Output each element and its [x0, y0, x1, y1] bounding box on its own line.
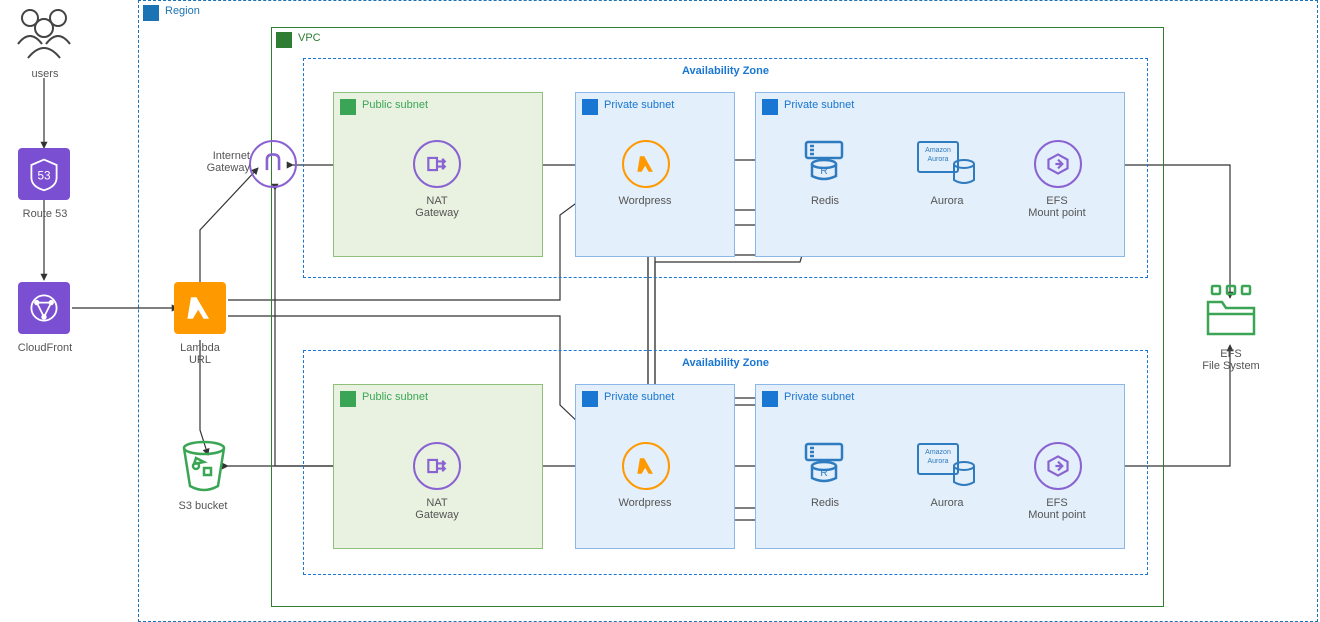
- redis-top-icon: R: [800, 136, 848, 184]
- lambda-url-icon: [174, 282, 226, 334]
- svg-text:R: R: [820, 166, 827, 177]
- svg-text:Amazon: Amazon: [925, 147, 951, 154]
- public-subnet-bottom-icon: [340, 391, 356, 407]
- private-subnet-top-a-label: Private subnet: [604, 99, 674, 111]
- aurora-top-icon: Amazon Aurora: [916, 136, 978, 188]
- cloudfront-icon: [18, 282, 70, 334]
- nat-gateway-top-icon: [413, 140, 461, 188]
- architecture-diagram: Region VPC Availability Zone Availabilit…: [0, 0, 1320, 622]
- lambda-url-label: Lambda URL: [155, 342, 245, 366]
- region-badge-icon: [143, 5, 159, 21]
- cloudfront-label: CloudFront: [0, 342, 90, 354]
- route53-icon: 53: [18, 148, 70, 200]
- s3-bucket-icon: [180, 440, 228, 492]
- nat-gateway-bottom-label: NAT Gateway: [392, 497, 482, 521]
- users-label: users: [0, 68, 90, 80]
- region-label: Region: [165, 5, 200, 17]
- efs-filesystem-icon: [1202, 282, 1260, 340]
- private-subnet-bottom-a-icon: [582, 391, 598, 407]
- svg-text:53: 53: [37, 169, 50, 182]
- efs-mount-bottom-icon: [1034, 442, 1082, 490]
- public-subnet-top-icon: [340, 99, 356, 115]
- nat-gateway-top-label: NAT Gateway: [392, 195, 482, 219]
- az-top-label: Availability Zone: [682, 65, 769, 77]
- efs-filesystem-label: EFS File System: [1186, 348, 1276, 372]
- internet-gateway-label: Internet Gateway: [200, 150, 250, 174]
- efs-mount-bottom-label: EFS Mount point: [1012, 497, 1102, 521]
- aurora-bottom-label: Aurora: [902, 497, 992, 509]
- internet-gateway-icon: [249, 140, 297, 188]
- svg-text:Aurora: Aurora: [927, 458, 948, 465]
- public-subnet-top-label: Public subnet: [362, 99, 428, 111]
- svg-text:Amazon: Amazon: [925, 449, 951, 456]
- private-subnet-top-b-icon: [762, 99, 778, 115]
- private-subnet-top-a-icon: [582, 99, 598, 115]
- wordpress-top-label: Wordpress: [600, 195, 690, 207]
- wordpress-bottom-label: Wordpress: [600, 497, 690, 509]
- vpc-badge-icon: [276, 32, 292, 48]
- nat-gateway-bottom-icon: [413, 442, 461, 490]
- az-bottom-label: Availability Zone: [682, 357, 769, 369]
- efs-mount-top-icon: [1034, 140, 1082, 188]
- s3-bucket-label: S3 bucket: [158, 500, 248, 512]
- redis-bottom-label: Redis: [780, 497, 870, 509]
- svg-text:R: R: [820, 468, 827, 479]
- aurora-bottom-icon: Amazon Aurora: [916, 438, 978, 490]
- private-subnet-bottom-a-label: Private subnet: [604, 391, 674, 403]
- svg-text:Aurora: Aurora: [927, 156, 948, 163]
- redis-top-label: Redis: [780, 195, 870, 207]
- private-subnet-bottom-b-icon: [762, 391, 778, 407]
- aurora-top-label: Aurora: [902, 195, 992, 207]
- vpc-label: VPC: [298, 32, 321, 44]
- users-icon: [14, 4, 74, 62]
- wordpress-top-icon: [622, 140, 670, 188]
- route53-label: Route 53: [0, 208, 90, 220]
- wordpress-bottom-icon: [622, 442, 670, 490]
- efs-mount-top-label: EFS Mount point: [1012, 195, 1102, 219]
- private-subnet-top-b-label: Private subnet: [784, 99, 854, 111]
- public-subnet-bottom-label: Public subnet: [362, 391, 428, 403]
- private-subnet-bottom-b-label: Private subnet: [784, 391, 854, 403]
- redis-bottom-icon: R: [800, 438, 848, 486]
